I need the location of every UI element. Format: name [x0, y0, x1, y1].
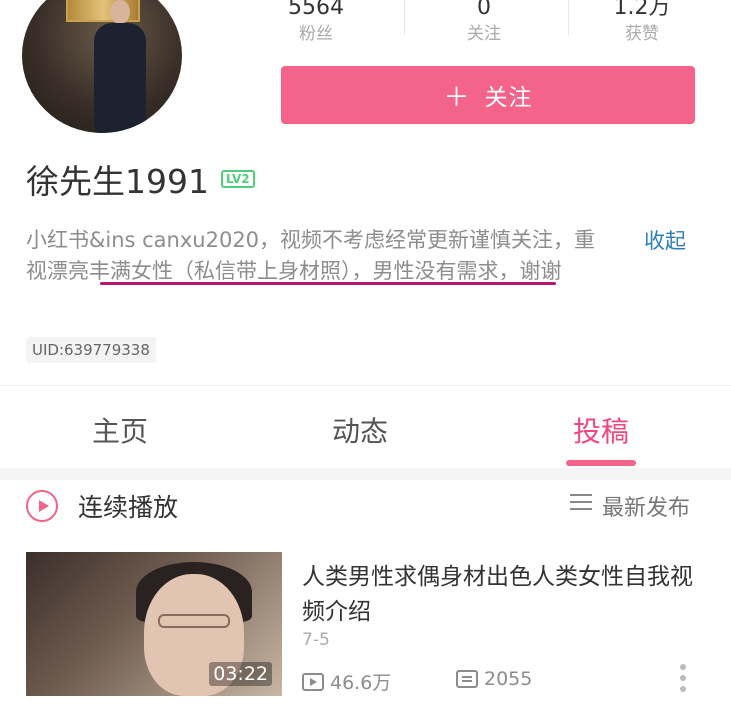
more-options-icon[interactable] [680, 664, 688, 696]
level-badge: LV2 [220, 170, 255, 188]
continuous-play-label[interactable]: 连续播放 [78, 488, 178, 524]
stat-divider [568, 0, 569, 36]
active-tab-indicator [566, 460, 636, 466]
sort-label[interactable]: 最新发布 [602, 490, 690, 522]
stat-following-label: 关注 [467, 24, 501, 44]
stat-followers[interactable]: 5564 粉丝 [246, 0, 386, 46]
stat-likes-value: 1.2万 [613, 0, 671, 20]
avatar-person-body [94, 23, 146, 133]
stat-following[interactable]: 0 关注 [414, 0, 554, 46]
sort-list-icon[interactable] [570, 494, 592, 512]
stat-likes-label: 获赞 [625, 24, 659, 44]
video-comments-count: 2055 [484, 668, 533, 690]
avatar-person-head [110, 0, 130, 24]
stat-followers-label: 粉丝 [299, 24, 333, 44]
profile-stats: 5564 粉丝 0 关注 1.2万 获赞 [246, 0, 716, 50]
divider [0, 385, 731, 386]
playlist-header: 连续播放 最新发布 [0, 480, 731, 535]
play-circle-icon[interactable] [26, 490, 58, 522]
bio-highlight-underline [100, 282, 556, 285]
follow-button-label: 关注 [484, 85, 533, 111]
video-date: 7-5 [302, 630, 330, 650]
stat-divider [404, 0, 405, 36]
section-divider [0, 468, 731, 480]
follow-button[interactable]: ＋ 关注 [281, 66, 695, 124]
video-duration: 03:22 [209, 662, 272, 686]
play-count-icon [302, 672, 324, 691]
uid-badge: UID:639779338 [26, 337, 156, 363]
tab-activity[interactable]: 动态 [290, 410, 430, 450]
username-text: 徐先生1991 [26, 162, 209, 201]
tab-home[interactable]: 主页 [50, 410, 190, 450]
comment-icon [456, 670, 478, 688]
avatar[interactable] [22, 0, 182, 133]
video-thumbnail[interactable]: 03:22 [26, 552, 282, 696]
plus-icon: ＋ [443, 82, 471, 113]
stat-likes[interactable]: 1.2万 获赞 [572, 0, 712, 46]
thumbnail-glasses [158, 614, 230, 628]
video-title[interactable]: 人类男性求偶身材出色人类女性自我视频介绍 [302, 560, 712, 630]
stat-followers-value: 5564 [288, 0, 344, 20]
tab-posts[interactable]: 投稿 [531, 410, 671, 450]
username: 徐先生1991 LV2 [26, 155, 255, 203]
video-views-count: 46.6万 [330, 672, 392, 694]
stat-following-value: 0 [477, 0, 491, 20]
profile-bio: 小红书&ins canxu2020，视频不考虑经常更新谨慎关注，重视漂亮丰满女性… [26, 228, 596, 283]
video-comments[interactable]: 2055 [456, 668, 532, 690]
video-views: 46.6万 [302, 668, 391, 695]
collapse-bio-link[interactable]: 收起 [644, 225, 686, 255]
